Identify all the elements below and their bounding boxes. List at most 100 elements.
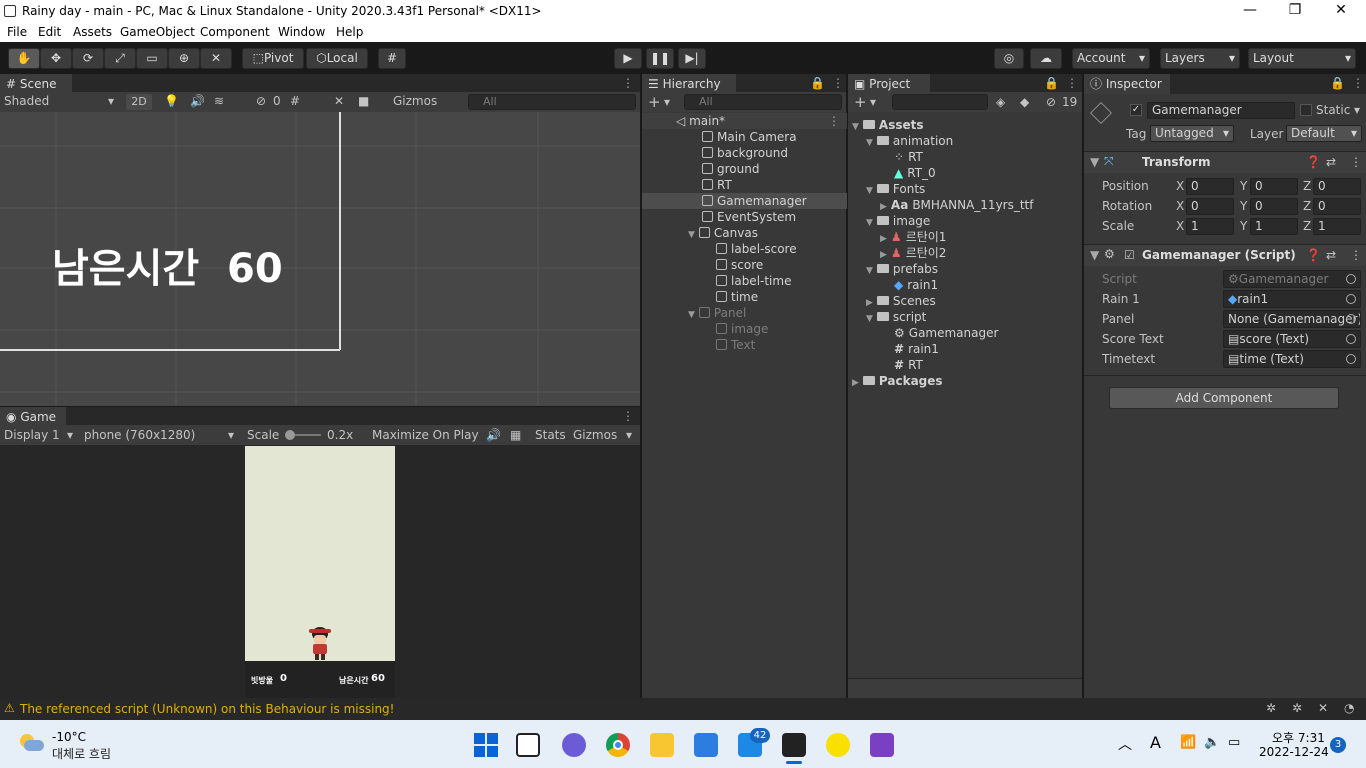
list-item[interactable]: ▼ prefabs — [866, 261, 938, 277]
2d-toggle[interactable]: 2D — [126, 94, 152, 110]
list-item[interactable]: ▶ ♟ 르탄이2 — [880, 245, 946, 261]
list-item[interactable]: ▶ Scenes — [866, 293, 936, 309]
volume-icon[interactable]: 🔈 — [1204, 735, 1220, 750]
weather-temp[interactable]: -10°C — [52, 730, 86, 744]
expand-icon[interactable]: ▼ — [1090, 248, 1099, 262]
wifi-icon[interactable]: 📶 — [1180, 735, 1196, 750]
rotate-tool-icon[interactable]: ⟳ — [72, 48, 104, 69]
object-picker-icon[interactable] — [1346, 354, 1356, 364]
menu-window[interactable]: Window — [278, 25, 325, 39]
transform-tool-icon[interactable]: ⊕ — [168, 48, 200, 69]
rotation-y-input[interactable]: 0 — [1250, 198, 1298, 215]
tools-icon[interactable]: ✕ — [334, 94, 344, 108]
list-item[interactable]: label-time — [642, 273, 847, 289]
hidden-icon[interactable]: ⊘ — [256, 94, 266, 108]
pause-icon[interactable]: ❚❚ — [646, 48, 674, 69]
scene-search-input[interactable]: All — [468, 94, 636, 110]
expand-icon[interactable]: ▼ — [1090, 155, 1099, 169]
list-item[interactable]: ground — [642, 161, 847, 177]
local-button[interactable]: ⬡Local — [306, 48, 368, 69]
list-item[interactable]: ▶ Packages — [852, 373, 943, 389]
scale-slider-handle[interactable] — [285, 430, 295, 440]
account-dropdown[interactable]: Account ▾ — [1072, 48, 1150, 69]
tab-inspector[interactable]: ⓘ Inspector — [1084, 74, 1170, 94]
static-checkbox[interactable] — [1300, 104, 1312, 116]
object-picker-icon[interactable] — [1346, 334, 1356, 344]
camera-icon[interactable]: ■ — [358, 94, 369, 108]
maximize-on-play-toggle[interactable]: Maximize On Play — [372, 428, 479, 442]
rect-tool-icon[interactable]: ▭ — [136, 48, 168, 69]
kebab-menu-icon[interactable]: ⋮ — [1066, 76, 1078, 90]
stats-toggle[interactable]: Stats — [535, 428, 566, 442]
tag-dropdown[interactable]: Untagged ▾ — [1150, 125, 1234, 142]
grid-icon[interactable]: # — [290, 94, 300, 108]
scale-x-input[interactable]: 1 — [1186, 218, 1234, 235]
chrome-icon[interactable] — [606, 733, 630, 757]
list-item[interactable]: ▶ Aa BMHANNA_11yrs_ttf — [880, 197, 1033, 213]
list-item[interactable]: RT — [642, 177, 847, 193]
scale-y-input[interactable]: 1 — [1250, 218, 1298, 235]
status-warning-text[interactable]: The referenced script (Unknown) on this … — [20, 702, 394, 716]
clock-date[interactable]: 2022-12-24 — [1259, 745, 1329, 759]
tab-game[interactable]: ◉ Game — [0, 407, 66, 427]
pivot-button[interactable]: ⬚Pivot — [242, 48, 304, 69]
gizmos-dropdown[interactable]: Gizmos — [393, 94, 437, 108]
minimize-icon[interactable]: — — [1240, 2, 1260, 18]
bake-icon[interactable]: ✲ — [1292, 701, 1302, 715]
menu-gameobject[interactable]: GameObject — [120, 25, 195, 39]
timetext-field[interactable]: ▤time (Text) — [1223, 350, 1361, 368]
help-icon[interactable]: ❓ — [1306, 155, 1321, 169]
presets-icon[interactable]: ⇄ — [1326, 155, 1336, 169]
list-item[interactable]: # rain1 — [894, 341, 939, 357]
list-item[interactable]: ⁘ RT — [894, 149, 923, 165]
notepad-icon[interactable] — [694, 733, 718, 757]
list-item[interactable]: ▼ image — [866, 213, 930, 229]
add-icon[interactable]: + — [854, 93, 867, 111]
effects-icon[interactable]: ≋ — [214, 94, 224, 108]
list-item[interactable]: ▼ script — [866, 309, 926, 325]
auto-generate-icon[interactable]: ✕ — [1318, 701, 1328, 715]
weather-icon[interactable] — [18, 732, 44, 752]
grid-snap-icon[interactable]: # — [378, 48, 406, 69]
mute-icon[interactable]: 🔊 — [486, 428, 501, 442]
menu-help[interactable]: Help — [336, 25, 363, 39]
project-search-input[interactable] — [892, 94, 988, 110]
list-item[interactable]: ▼ Canvas — [642, 225, 847, 241]
audio-icon[interactable]: 🔊 — [190, 94, 205, 108]
lock-icon[interactable]: 🔒 — [810, 76, 825, 90]
step-icon[interactable]: ▶| — [678, 48, 706, 69]
position-z-input[interactable]: 0 — [1313, 178, 1361, 195]
add-component-button[interactable]: Add Component — [1109, 387, 1339, 409]
menu-component[interactable]: Component — [200, 25, 270, 39]
game-gizmos-dropdown[interactable]: Gizmos — [573, 428, 617, 442]
object-picker-icon[interactable] — [1346, 294, 1356, 304]
scale-z-input[interactable]: 1 — [1313, 218, 1361, 235]
shading-dropdown[interactable]: Shaded — [4, 94, 49, 108]
debug-icon[interactable]: ✲ — [1266, 701, 1276, 715]
menu-edit[interactable]: Edit — [38, 25, 61, 39]
panel-field[interactable]: None (Gamemanager) — [1223, 310, 1361, 328]
script-component-header[interactable]: ▼ ⚙ ☑ Gamemanager (Script) ❓ ⇄ ⋮ — [1084, 244, 1366, 266]
rotation-z-input[interactable]: 0 — [1313, 198, 1361, 215]
battery-icon[interactable]: ▭ — [1228, 735, 1240, 750]
list-item[interactable]: ▼ Fonts — [866, 181, 925, 197]
lock-icon[interactable]: 🔒 — [1330, 76, 1345, 90]
kebab-menu-icon[interactable]: ⋮ — [622, 409, 634, 423]
lock-icon[interactable]: 🔒 — [1044, 76, 1059, 90]
expand-icon[interactable]: ▼ — [688, 310, 695, 320]
collab-icon[interactable]: ◎ — [994, 48, 1024, 69]
cloud-icon[interactable]: ☁ — [1030, 48, 1062, 69]
list-item[interactable]: background — [642, 145, 847, 161]
unity-taskbar-icon[interactable] — [782, 733, 806, 757]
clock-time[interactable]: 오후 7:31 — [1272, 729, 1325, 746]
kebab-menu-icon[interactable]: ⋮ — [1352, 76, 1364, 90]
list-item[interactable]: ▼ animation — [866, 133, 953, 149]
object-picker-icon[interactable] — [1346, 314, 1356, 324]
list-item[interactable]: Main Camera — [642, 129, 847, 145]
list-item[interactable]: Text — [642, 337, 847, 353]
enabled-checkbox[interactable]: ☑ — [1124, 248, 1135, 262]
notification-badge[interactable]: 3 — [1330, 737, 1346, 753]
transform-header[interactable]: ▼ ⤧ Transform ❓ ⇄ ⋮ — [1084, 151, 1366, 173]
custom-tool-icon[interactable]: ✕ — [200, 48, 232, 69]
file-explorer-icon[interactable] — [650, 733, 674, 757]
